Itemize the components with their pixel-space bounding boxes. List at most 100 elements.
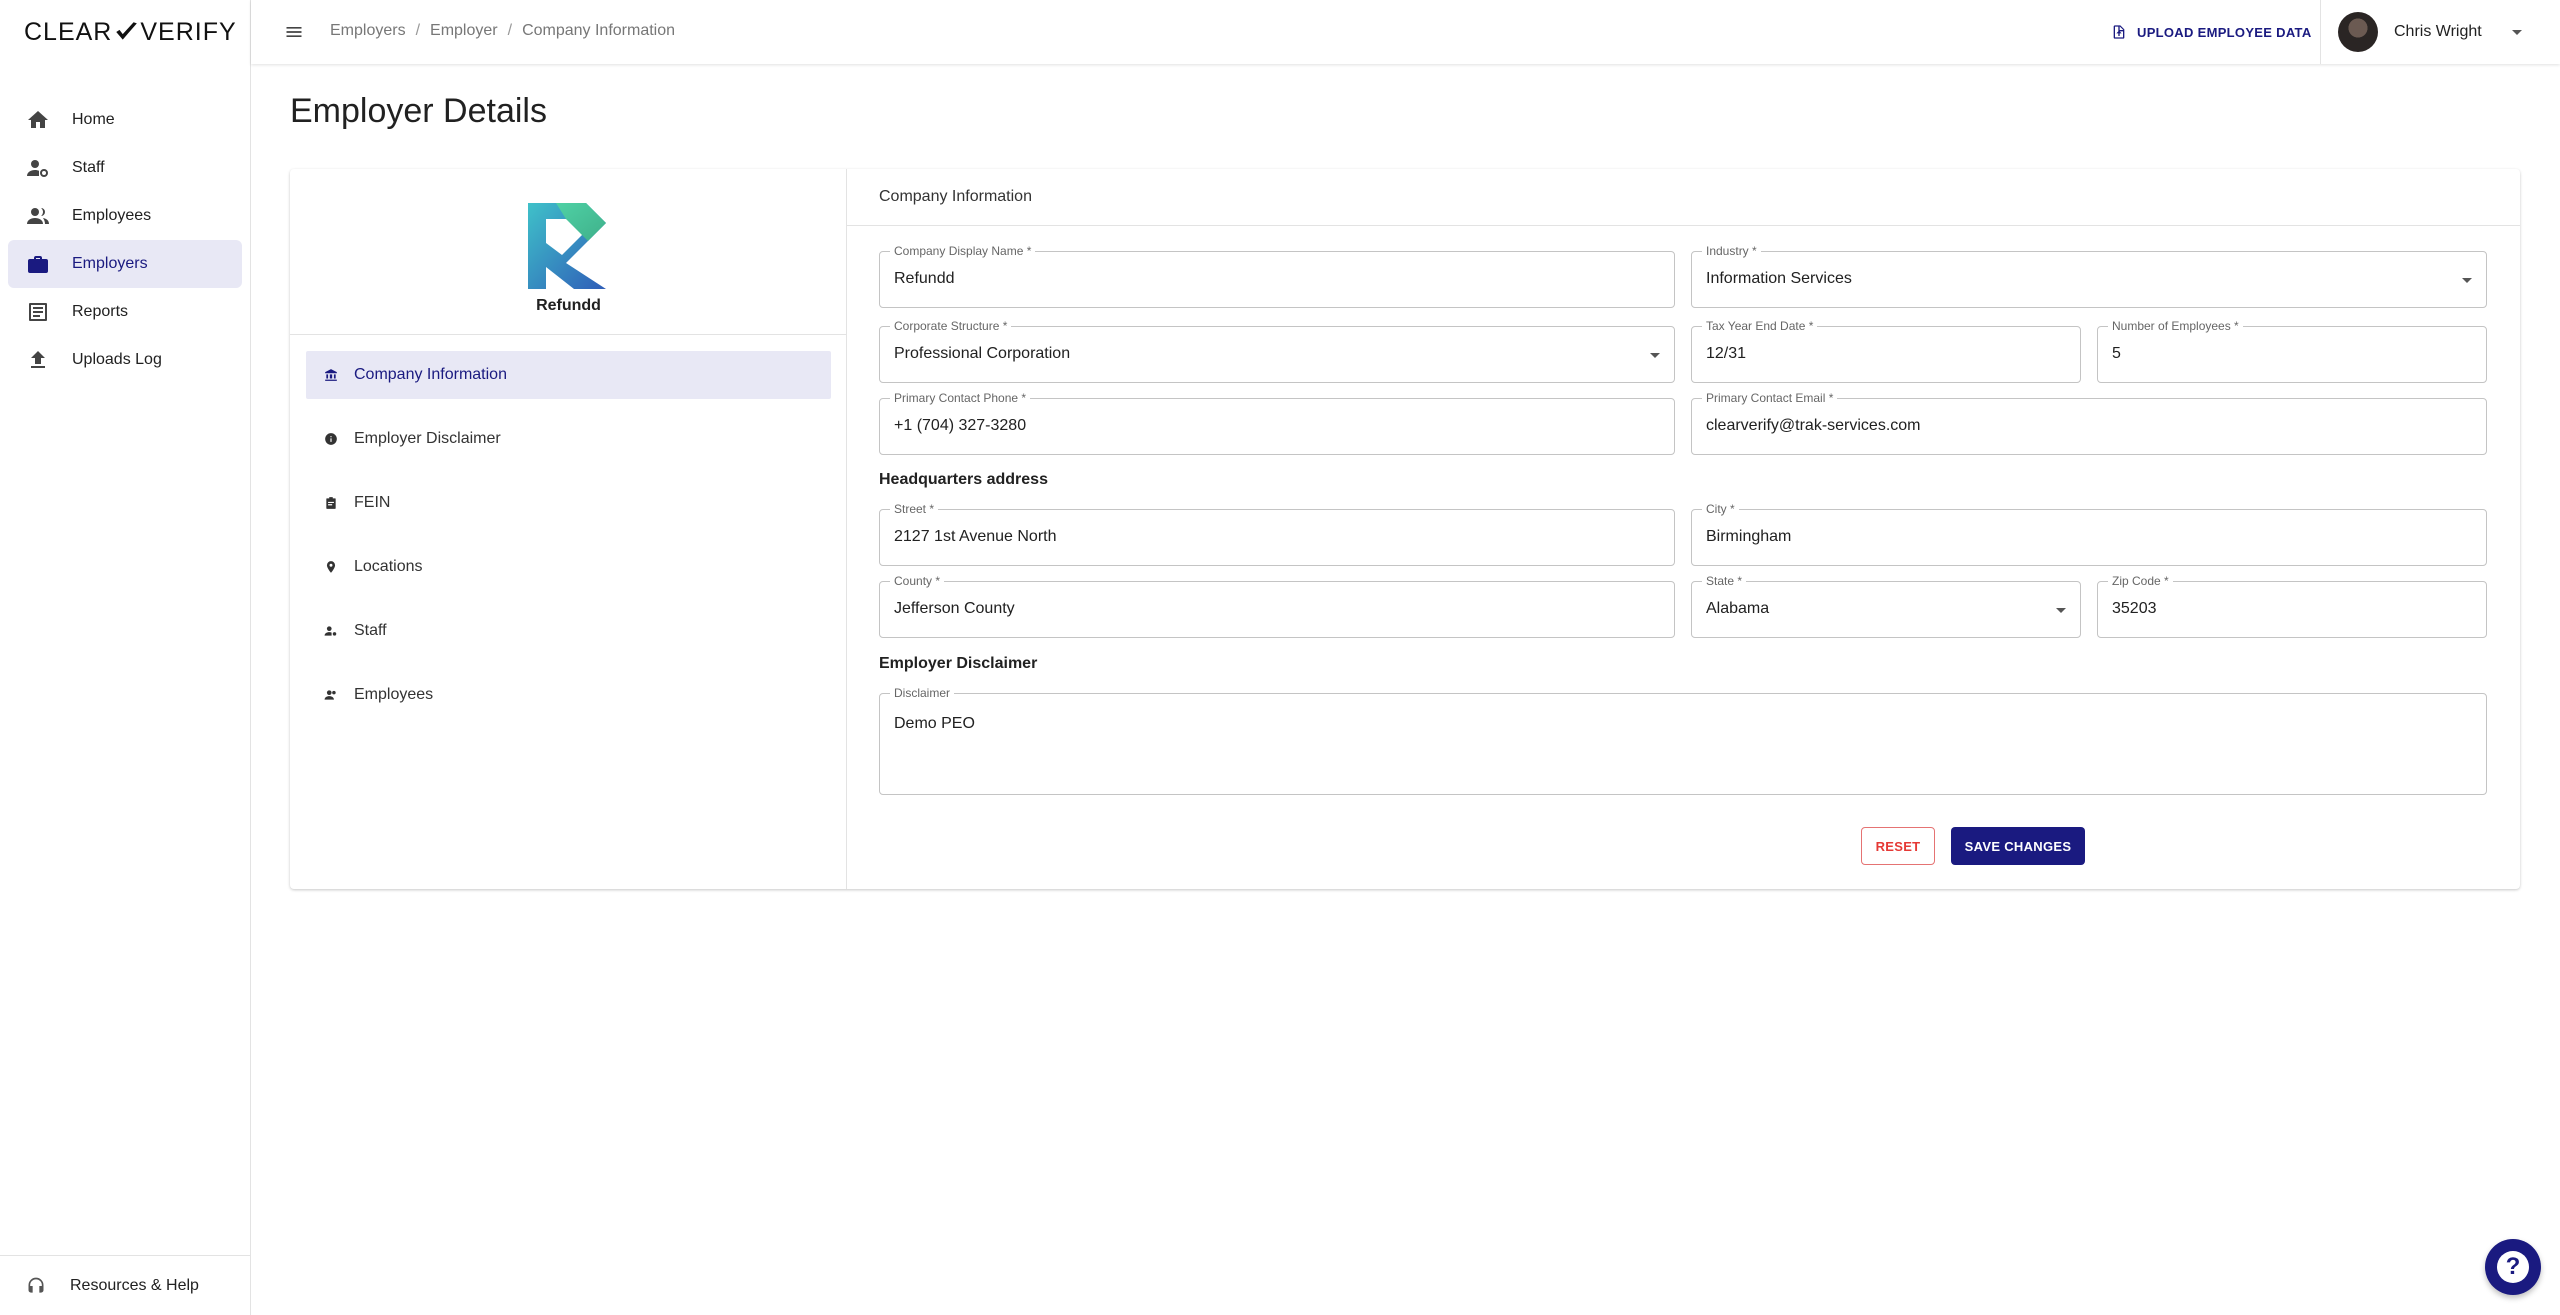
street-input[interactable] bbox=[894, 527, 1638, 547]
state-value: Alabama bbox=[1706, 600, 1770, 617]
upload-icon bbox=[26, 348, 50, 372]
city-input[interactable] bbox=[1706, 527, 2450, 547]
briefcase-icon bbox=[26, 252, 50, 276]
logo-text-left: CLEAR bbox=[24, 17, 113, 46]
number-of-employees-field[interactable]: Number of Employees * bbox=[2097, 319, 2487, 383]
headquarters-address-heading: Headquarters address bbox=[879, 471, 1048, 488]
user-menu[interactable]: Chris Wright bbox=[2338, 10, 2522, 54]
avatar bbox=[2338, 12, 2378, 52]
breadcrumb-separator: / bbox=[415, 22, 421, 39]
main-nav: Home Staff Employees Employers Reports U… bbox=[8, 96, 242, 384]
primary-contact-email-field[interactable]: Primary Contact Email * bbox=[1691, 391, 2487, 455]
tab-label: Locations bbox=[354, 558, 423, 575]
upload-employee-data-label: UPLOAD EMPLOYEE DATA bbox=[2137, 24, 2312, 40]
sidebar-item-home[interactable]: Home bbox=[8, 96, 242, 144]
field-label: County * bbox=[890, 574, 945, 588]
primary-contact-phone-field[interactable]: Primary Contact Phone * bbox=[879, 391, 1675, 455]
tab-fein[interactable]: FEIN bbox=[306, 479, 831, 527]
corporate-structure-value: Professional Corporation bbox=[894, 345, 1071, 362]
field-label: City * bbox=[1702, 502, 1739, 516]
employer-side-panel: Refundd Company Information Employer Dis… bbox=[290, 169, 847, 889]
people-icon bbox=[324, 690, 336, 700]
divider bbox=[290, 334, 847, 335]
info-icon bbox=[325, 433, 337, 445]
field-label: Industry * bbox=[1702, 244, 1761, 258]
company-display-name-field[interactable]: Company Display Name * bbox=[879, 244, 1675, 308]
tax-year-end-date-field[interactable]: Tax Year End Date * bbox=[1691, 319, 2081, 383]
tab-employer-disclaimer[interactable]: Employer Disclaimer bbox=[306, 415, 831, 463]
sidebar-item-label: Staff bbox=[72, 159, 105, 176]
tax-year-end-date-input[interactable] bbox=[1706, 344, 2044, 364]
resources-help-label: Resources & Help bbox=[70, 1276, 199, 1294]
tab-staff[interactable]: Staff bbox=[306, 607, 831, 655]
question-mark-icon: ? bbox=[2497, 1251, 2529, 1283]
city-field[interactable]: City * bbox=[1691, 502, 2487, 566]
tab-employees[interactable]: Employees bbox=[306, 671, 831, 719]
sidebar-item-label: Home bbox=[72, 111, 115, 128]
employer-section-nav: Company Information Employer Disclaimer … bbox=[306, 351, 831, 735]
employer-disclaimer-heading: Employer Disclaimer bbox=[879, 655, 1038, 672]
primary-contact-phone-input[interactable] bbox=[894, 416, 1638, 436]
sidebar: CLEAR VERIFY Home Staff Employees Employ… bbox=[0, 0, 251, 1315]
county-field[interactable]: County * bbox=[879, 574, 1675, 638]
breadcrumb-employer[interactable]: Employer bbox=[430, 22, 498, 40]
field-label: Primary Contact Phone * bbox=[890, 391, 1031, 405]
county-input[interactable] bbox=[894, 599, 1638, 619]
tab-label: Employer Disclaimer bbox=[354, 430, 501, 447]
primary-contact-email-input[interactable] bbox=[1706, 416, 2450, 436]
industry-select[interactable]: Industry * Information Services bbox=[1691, 244, 2487, 308]
field-label: Disclaimer bbox=[890, 686, 955, 700]
topbar-divider bbox=[2320, 0, 2321, 64]
sidebar-item-label: Uploads Log bbox=[72, 351, 162, 368]
reset-button[interactable]: RESET bbox=[1861, 827, 1935, 865]
street-field[interactable]: Street * bbox=[879, 502, 1675, 566]
sidebar-item-employees[interactable]: Employees bbox=[8, 192, 242, 240]
upload-employee-data-button[interactable]: UPLOAD EMPLOYEE DATA bbox=[2111, 18, 2312, 46]
breadcrumb-separator: / bbox=[507, 22, 513, 39]
tab-label: Company Information bbox=[354, 366, 507, 383]
bank-icon bbox=[325, 369, 337, 381]
tab-company-information[interactable]: Company Information bbox=[306, 351, 831, 399]
state-select[interactable]: State * Alabama bbox=[1691, 574, 2081, 638]
breadcrumb-employers[interactable]: Employers bbox=[330, 22, 406, 40]
field-label: Corporate Structure * bbox=[890, 319, 1012, 333]
sidebar-item-staff[interactable]: Staff bbox=[8, 144, 242, 192]
chevron-down-icon bbox=[2511, 29, 2522, 35]
section-title: Company Information bbox=[847, 169, 2520, 226]
field-label: Number of Employees * bbox=[2108, 319, 2243, 333]
save-changes-button[interactable]: SAVE CHANGES bbox=[1951, 827, 2085, 865]
user-name: Chris Wright bbox=[2394, 23, 2482, 40]
dropdown-arrow-icon bbox=[2462, 278, 2472, 283]
tab-label: Staff bbox=[354, 622, 387, 639]
disclaimer-textarea[interactable]: Demo PEO bbox=[894, 714, 2450, 734]
sidebar-item-uploads-log[interactable]: Uploads Log bbox=[8, 336, 242, 384]
check-icon bbox=[116, 22, 138, 40]
field-label: Primary Contact Email * bbox=[1702, 391, 1838, 405]
file-upload-icon bbox=[2113, 25, 2125, 39]
sidebar-item-reports[interactable]: Reports bbox=[8, 288, 242, 336]
company-display-name-input[interactable] bbox=[894, 269, 1638, 289]
staff-icon bbox=[26, 156, 50, 180]
tab-locations[interactable]: Locations bbox=[306, 543, 831, 591]
number-of-employees-input[interactable] bbox=[2112, 344, 2450, 364]
help-fab-button[interactable]: ? bbox=[2485, 1239, 2541, 1295]
resources-help-link[interactable]: Resources & Help bbox=[0, 1255, 251, 1315]
field-label: Street * bbox=[890, 502, 939, 516]
corporate-structure-select[interactable]: Corporate Structure * Professional Corpo… bbox=[879, 319, 1675, 383]
dropdown-arrow-icon bbox=[2056, 608, 2066, 613]
location-pin-icon bbox=[326, 561, 336, 573]
clearverify-logo[interactable]: CLEAR VERIFY bbox=[24, 17, 237, 47]
staff-icon bbox=[324, 626, 337, 636]
zip-code-input[interactable] bbox=[2112, 599, 2450, 619]
reports-icon bbox=[26, 300, 50, 324]
sidebar-item-label: Employees bbox=[72, 207, 152, 224]
sidebar-item-label: Employers bbox=[72, 255, 148, 272]
zip-code-field[interactable]: Zip Code * bbox=[2097, 574, 2487, 638]
sidebar-item-employers[interactable]: Employers bbox=[8, 240, 242, 288]
company-name: Refundd bbox=[536, 297, 601, 314]
company-logo bbox=[528, 203, 606, 289]
tab-label: Employees bbox=[354, 686, 434, 703]
disclaimer-field[interactable]: Disclaimer Demo PEO bbox=[879, 686, 2487, 795]
field-label: Zip Code * bbox=[2108, 574, 2173, 588]
menu-icon[interactable] bbox=[284, 22, 304, 42]
